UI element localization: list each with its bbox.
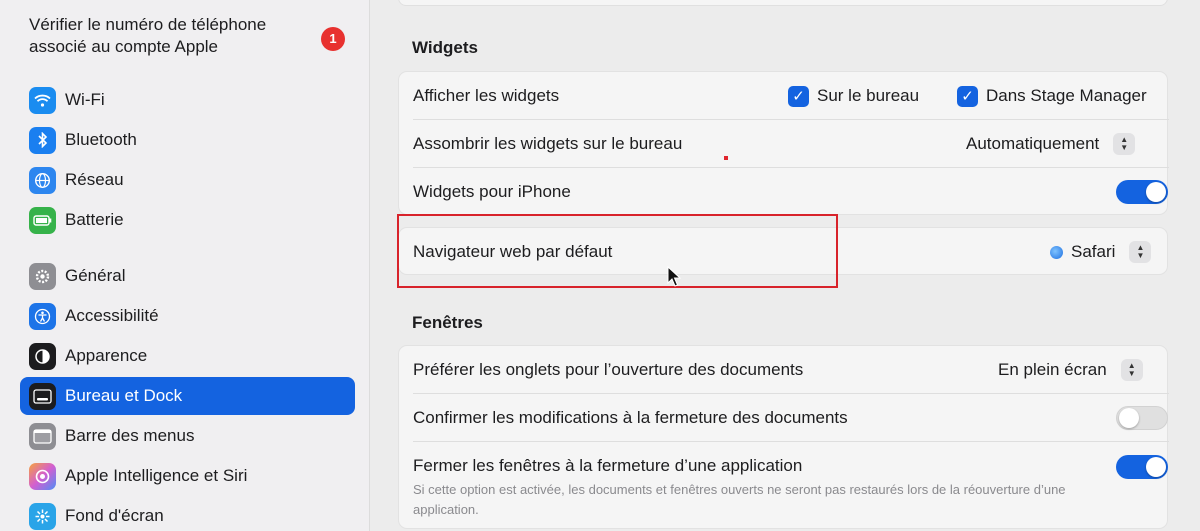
prefer-tabs-popup[interactable]: En plein écran ▲ ▼ bbox=[998, 359, 1143, 381]
stage-manager-label: Dans Stage Manager bbox=[986, 86, 1147, 105]
dim-widgets-value: Automatiquement bbox=[966, 134, 1100, 153]
notice-badge: 1 bbox=[321, 27, 345, 51]
mouse-cursor-icon bbox=[667, 266, 681, 287]
close-windows-toggle[interactable] bbox=[1116, 455, 1168, 479]
sidebar-item-label: Apple Intelligence et Siri bbox=[65, 466, 248, 485]
battery-icon bbox=[29, 206, 56, 234]
widgets-section-title: Widgets bbox=[412, 38, 478, 57]
accessibility-icon bbox=[29, 302, 56, 330]
red-marker bbox=[724, 156, 728, 160]
sidebar-item-network[interactable]: Réseau bbox=[20, 161, 355, 199]
show-widgets-label: Afficher les widgets bbox=[413, 86, 560, 105]
default-browser-popup[interactable]: Safari ▲ ▼ bbox=[1050, 241, 1152, 263]
sidebar-item-label: Batterie bbox=[65, 210, 124, 229]
sidebar-item-desktop-dock[interactable]: Bureau et Dock bbox=[20, 377, 355, 415]
close-windows-label: Fermer les fenêtres à la fermeture d’une… bbox=[413, 456, 803, 475]
menubar-icon bbox=[29, 422, 56, 450]
wallpaper-icon bbox=[29, 502, 56, 530]
chevron-up-down-icon: ▲ ▼ bbox=[1120, 359, 1143, 381]
sidebar-item-label: Accessibilité bbox=[65, 306, 159, 325]
checkmark-icon: ✓ bbox=[788, 85, 809, 107]
prefer-tabs-row: Préférer les onglets pour l’ouverture de… bbox=[399, 346, 1169, 394]
default-browser-value: Safari bbox=[1071, 242, 1116, 261]
safari-icon bbox=[1050, 245, 1063, 259]
widgets-card: Afficher les widgets ✓ Sur le bureau ✓ D… bbox=[398, 71, 1169, 216]
sidebar-item-label: Apparence bbox=[65, 346, 148, 365]
prefer-tabs-label: Préférer les onglets pour l’ouverture de… bbox=[413, 360, 804, 379]
bluetooth-icon bbox=[29, 126, 56, 154]
gear-icon bbox=[29, 262, 56, 290]
iphone-widgets-toggle[interactable] bbox=[1116, 180, 1168, 204]
globe-icon bbox=[29, 166, 56, 194]
sidebar-item-label: Bureau et Dock bbox=[65, 386, 183, 405]
confirm-changes-row: Confirmer les modifications à la fermetu… bbox=[399, 394, 1169, 442]
sidebar-item-label: Général bbox=[65, 266, 126, 285]
stage-manager-checkbox[interactable]: ✓ Dans Stage Manager bbox=[957, 85, 1147, 107]
dim-widgets-row: Assombrir les widgets sur le bureau Auto… bbox=[399, 120, 1169, 168]
sidebar-item-label: Bluetooth bbox=[65, 130, 137, 149]
toggle-knob bbox=[1146, 457, 1166, 477]
close-windows-row: Fermer les fenêtres à la fermeture d’une… bbox=[399, 442, 1169, 528]
previous-card-edge bbox=[398, 0, 1168, 6]
windows-card: Préférer les onglets pour l’ouverture de… bbox=[398, 345, 1169, 529]
show-widgets-row: Afficher les widgets ✓ Sur le bureau ✓ D… bbox=[399, 72, 1169, 120]
sidebar-item-label: Barre des menus bbox=[65, 426, 195, 445]
iphone-widgets-row: Widgets pour iPhone bbox=[399, 168, 1169, 216]
close-windows-description: Si cette option est activée, les documen… bbox=[413, 482, 1066, 517]
checkmark-icon: ✓ bbox=[957, 85, 978, 107]
sidebar-item-appearance[interactable]: Apparence bbox=[20, 337, 355, 375]
chevron-up-down-icon: ▲ ▼ bbox=[1113, 133, 1136, 155]
sidebar-item-label: Wi-Fi bbox=[65, 90, 105, 109]
confirm-changes-label: Confirmer les modifications à la fermetu… bbox=[413, 408, 848, 427]
sidebar-item-apple-intelligence-siri[interactable]: Apple Intelligence et Siri bbox=[20, 457, 355, 495]
appearance-icon bbox=[29, 342, 56, 370]
sidebar-item-label: Fond d'écran bbox=[65, 506, 164, 525]
sidebar-item-label: Réseau bbox=[65, 170, 124, 189]
chevron-up-down-icon: ▲ ▼ bbox=[1129, 241, 1152, 263]
sidebar-item-battery[interactable]: Batterie bbox=[20, 201, 355, 239]
prefer-tabs-value: En plein écran bbox=[998, 360, 1107, 379]
account-notice[interactable]: Vérifier le numéro de téléphone associé … bbox=[29, 14, 319, 58]
siri-icon bbox=[29, 462, 56, 490]
toggle-knob bbox=[1119, 408, 1139, 428]
sidebar-item-bluetooth[interactable]: Bluetooth bbox=[20, 121, 355, 159]
sidebar: Vérifier le numéro de téléphone associé … bbox=[0, 0, 370, 531]
sidebar-item-accessibility[interactable]: Accessibilité bbox=[20, 297, 355, 335]
confirm-changes-toggle[interactable] bbox=[1116, 406, 1168, 430]
on-desktop-label: Sur le bureau bbox=[817, 86, 920, 105]
sidebar-item-general[interactable]: Général bbox=[20, 257, 355, 295]
iphone-widgets-label: Widgets pour iPhone bbox=[413, 182, 571, 201]
sidebar-item-menubar[interactable]: Barre des menus bbox=[20, 417, 355, 455]
sidebar-item-wifi[interactable]: Wi-Fi bbox=[20, 81, 355, 119]
wifi-icon bbox=[29, 86, 56, 114]
on-desktop-checkbox[interactable]: ✓ Sur le bureau bbox=[788, 85, 920, 107]
dim-widgets-popup[interactable]: Automatiquement ▲ ▼ bbox=[966, 133, 1136, 155]
sidebar-item-wallpaper[interactable]: Fond d'écran bbox=[20, 497, 355, 531]
windows-section-title: Fenêtres bbox=[412, 313, 483, 332]
dim-widgets-label: Assombrir les widgets sur le bureau bbox=[413, 134, 683, 153]
highlight-annotation-box bbox=[397, 214, 838, 288]
toggle-knob bbox=[1146, 182, 1166, 202]
desktop-dock-icon bbox=[29, 382, 56, 410]
